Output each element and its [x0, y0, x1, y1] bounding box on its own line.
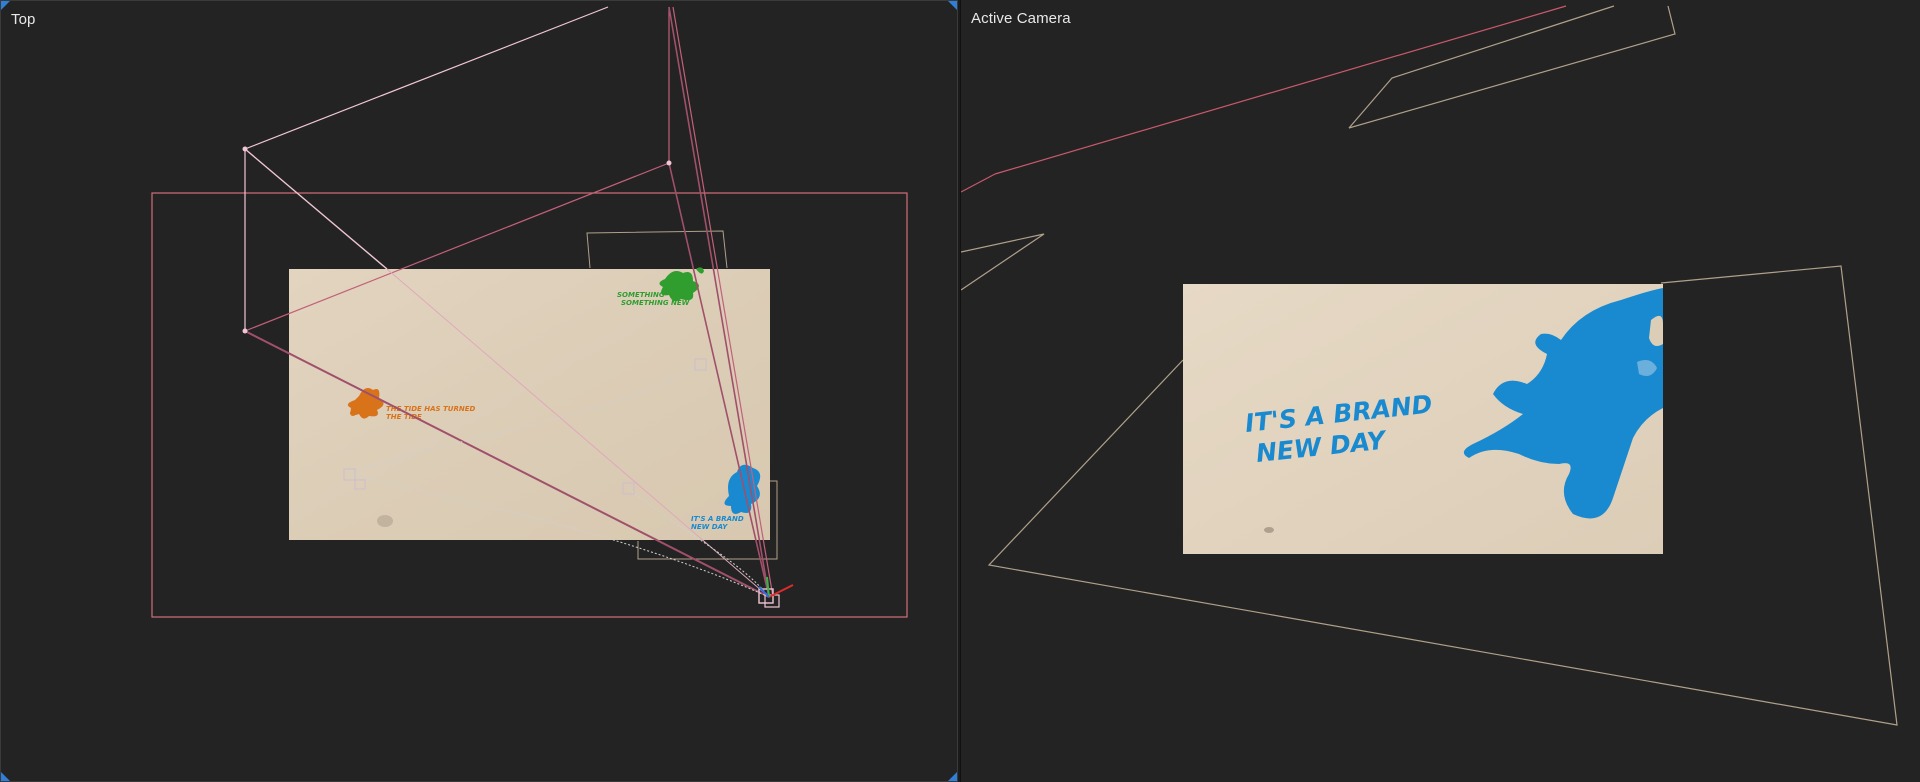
blue-layer-text-2: NEW DAY — [691, 523, 728, 531]
layer-bounds-wire — [1348, 5, 1615, 129]
blue-layer-text: IT'S A BRAND — [691, 515, 744, 523]
camera-gizmo[interactable] — [758, 576, 794, 608]
layer-bounds-wire — [1348, 5, 1676, 129]
comp-frame-wire — [961, 173, 996, 193]
frustum-vertex[interactable] — [666, 160, 672, 166]
viewport-corner-marker — [948, 1, 957, 10]
green-layer-text: SOMETHING — [617, 291, 665, 299]
camera-view-scene[interactable]: IT'S A BRAND NEW DAY — [961, 0, 1920, 782]
frustum-vertex[interactable] — [242, 146, 248, 152]
top-view-scene[interactable]: THE TIDE HAS TURNED THE TIDE SOMETHING S… — [1, 1, 958, 782]
active-camera-viewport[interactable]: Active Camera IT'S A BRAND NEW DAY — [960, 0, 1920, 782]
camera-paper-layer[interactable]: IT'S A BRAND NEW DAY — [1183, 284, 1663, 554]
paper-stain — [377, 515, 393, 527]
viewport-label: Top — [11, 11, 36, 28]
viewport-corner-marker — [1, 772, 10, 781]
layer-bounds-wire — [586, 230, 728, 269]
viewport-label: Active Camera — [971, 10, 1071, 27]
viewport-corner-marker — [948, 772, 957, 781]
green-layer-text-2: SOMETHING NEW — [621, 299, 690, 307]
layer-bounds-wire — [961, 233, 1045, 291]
viewport-corner-marker — [1, 1, 10, 10]
top-viewport[interactable]: Top THE TIDE HAS TURNED THE TIDE SOMETHI… — [0, 0, 958, 782]
frustum-vertex[interactable] — [242, 328, 248, 334]
orange-layer-text-2: THE TIDE — [386, 413, 422, 421]
